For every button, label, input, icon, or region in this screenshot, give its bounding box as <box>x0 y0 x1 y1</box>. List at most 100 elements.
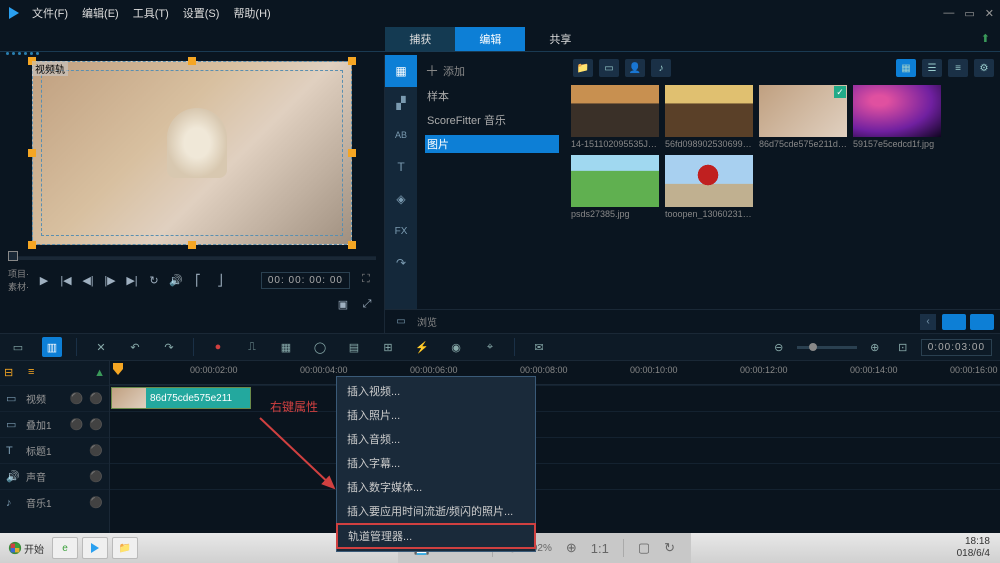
mute-icon[interactable]: ⚫ <box>89 470 103 483</box>
text-tab-icon[interactable]: T <box>385 151 417 183</box>
media-thumb[interactable]: ✓86d75cde575e211d5... <box>759 85 847 149</box>
track-overlay[interactable] <box>110 411 1000 437</box>
multi-view-icon[interactable]: ⊞ <box>378 337 398 357</box>
media-thumb[interactable]: tooopen_13060231.jpg <box>665 155 753 219</box>
rotate-right-icon[interactable]: ↻ <box>664 540 675 556</box>
track-menu-icon[interactable]: ≡ <box>28 366 46 380</box>
filter-audio-icon[interactable]: ♪ <box>651 59 671 77</box>
snapshot-icon[interactable]: ▣ <box>334 295 352 313</box>
timeline-clip[interactable]: 86d75cde575e211 <box>111 387 251 409</box>
preview-canvas[interactable]: 视频轨 <box>32 61 352 245</box>
preview-scrubber[interactable] <box>8 253 376 263</box>
view-thumb-icon[interactable]: ▦ <box>896 59 916 77</box>
media-thumb[interactable]: 14-151102095535JK.jpg <box>571 85 659 149</box>
track-sound[interactable] <box>110 463 1000 489</box>
record-icon[interactable]: ● <box>208 337 228 357</box>
rotate-left-icon[interactable]: ▢ <box>638 540 650 556</box>
resize-handle[interactable] <box>28 149 36 157</box>
timeline-view-icon[interactable]: ▥ <box>42 337 62 357</box>
subtitle-icon[interactable]: ▤ <box>344 337 364 357</box>
browse-label[interactable]: 浏览 <box>417 314 437 329</box>
resize-handle[interactable] <box>348 57 356 65</box>
play-button[interactable]: ▶ <box>35 271 53 289</box>
view-toggle-b[interactable] <box>970 314 994 330</box>
track-all-icon[interactable]: ⊟ <box>4 366 22 380</box>
close-button[interactable]: ✕ <box>985 7 994 20</box>
menu-file[interactable]: 文件(F) <box>32 5 68 21</box>
fit-icon[interactable]: ⊡ <box>893 337 913 357</box>
track-header-music[interactable]: ♪音乐1⚫ <box>0 489 109 515</box>
ctx-insert-digital[interactable]: 插入数字媒体... <box>337 475 535 499</box>
loop-button[interactable]: ↻ <box>145 271 163 289</box>
resize-handle[interactable] <box>348 241 356 249</box>
ctx-insert-video[interactable]: 插入视频... <box>337 379 535 403</box>
mark-out-button[interactable]: ⎦ <box>211 271 229 289</box>
track-header-sound[interactable]: 🔊声音⚫ <box>0 463 109 489</box>
end-button[interactable]: ▶| <box>123 271 141 289</box>
preview-timecode[interactable]: 00: 00: 00: 00 <box>261 272 350 289</box>
fullscreen-icon[interactable]: ⤢ <box>358 295 376 313</box>
filter-video-icon[interactable]: ▭ <box>599 59 619 77</box>
playhead-icon[interactable] <box>113 363 123 377</box>
visibility-icon[interactable]: ⚫ <box>89 444 103 457</box>
redo-icon[interactable]: ↷ <box>159 337 179 357</box>
timeline-timecode[interactable]: 0:00:03:00 <box>921 339 992 356</box>
menu-tools[interactable]: 工具(T) <box>133 5 169 21</box>
minimize-button[interactable]: ― <box>943 7 954 20</box>
mute-icon[interactable]: ⚫ <box>70 392 84 405</box>
media-thumb[interactable]: psds27385.jpg <box>571 155 659 219</box>
auto-music-icon[interactable]: ▦ <box>276 337 296 357</box>
visibility-icon[interactable]: ⚫ <box>89 392 103 405</box>
mute-icon[interactable]: ⚫ <box>89 496 103 509</box>
options-icon[interactable]: ⚙ <box>974 59 994 77</box>
ctx-insert-timelapse[interactable]: 插入要应用时间流逝/频闪的照片... <box>337 499 535 523</box>
sort-icon[interactable]: ≡ <box>948 59 968 77</box>
tree-item-selected[interactable]: 图片 <box>425 135 559 153</box>
zoom-slider[interactable] <box>797 346 857 349</box>
tab-share[interactable]: 共享 <box>525 27 595 51</box>
path-tab-icon[interactable]: ↷ <box>385 247 417 279</box>
speed-icon[interactable]: ⚡ <box>412 337 432 357</box>
mask-icon[interactable]: ◉ <box>446 337 466 357</box>
tree-item[interactable]: ScoreFitter 音乐 <box>425 111 559 129</box>
restore-button[interactable]: ▭ <box>964 7 974 20</box>
track-music[interactable] <box>110 489 1000 515</box>
storyboard-view-icon[interactable]: ▭ <box>8 337 28 357</box>
resize-handle[interactable] <box>188 241 196 249</box>
view-toggle-a[interactable] <box>942 314 966 330</box>
timeline-body[interactable]: 00:00:02:00 00:00:04:00 00:00:06:00 00:0… <box>110 361 1000 536</box>
ctx-insert-subtitle[interactable]: 插入字幕... <box>337 451 535 475</box>
import-icon[interactable]: 📁 <box>573 59 593 77</box>
media-thumb[interactable]: 59157e5cedcd1f.jpg <box>853 85 941 149</box>
volume-button[interactable]: 🔊 <box>167 271 185 289</box>
expand-icon[interactable]: ⛶ <box>362 273 376 287</box>
zoom-in-icon[interactable]: ⊕ <box>865 337 885 357</box>
scope-project[interactable]: 项目· <box>8 267 29 280</box>
scroll-left-icon[interactable]: ‹ <box>920 314 936 330</box>
track-header-overlay[interactable]: ▭叠加1⚫⚫ <box>0 411 109 437</box>
resize-handle[interactable] <box>28 241 36 249</box>
taskbar-explorer-icon[interactable]: 📁 <box>112 537 138 559</box>
resize-handle[interactable] <box>348 149 356 157</box>
ctx-track-manager[interactable]: 轨道管理器... <box>336 523 536 549</box>
menu-edit[interactable]: 编辑(E) <box>82 5 119 21</box>
prev-button[interactable]: ◀| <box>79 271 97 289</box>
collapse-tree-icon[interactable]: ▭ <box>391 314 411 330</box>
track-video[interactable]: 86d75cde575e211 <box>110 385 1000 411</box>
zoom-out-icon[interactable]: ⊖ <box>769 337 789 357</box>
timeline-ruler[interactable]: 00:00:02:00 00:00:04:00 00:00:06:00 00:0… <box>110 361 1000 385</box>
scope-clip[interactable]: 素材· <box>8 280 29 293</box>
ctx-insert-audio[interactable]: 插入音频... <box>337 427 535 451</box>
taskbar-app-icon[interactable] <box>82 537 108 559</box>
taskbar-clock[interactable]: 18:18 018/6/4 <box>951 536 996 560</box>
view-list-icon[interactable]: ☰ <box>922 59 942 77</box>
track-header-video[interactable]: ▭视频⚫⚫ <box>0 385 109 411</box>
fx-tab-icon[interactable]: FX <box>385 215 417 247</box>
actual-size-icon[interactable]: 1:1 <box>591 541 609 556</box>
filter-image-icon[interactable]: 👤 <box>625 59 645 77</box>
ctx-insert-photo[interactable]: 插入照片... <box>337 403 535 427</box>
zoomin-icon[interactable]: ⊕ <box>566 540 577 556</box>
add-folder-button[interactable]: ＋添加 <box>425 61 559 81</box>
tree-item[interactable]: 样本 <box>425 87 559 105</box>
mute-icon[interactable]: ⚫ <box>70 418 84 431</box>
